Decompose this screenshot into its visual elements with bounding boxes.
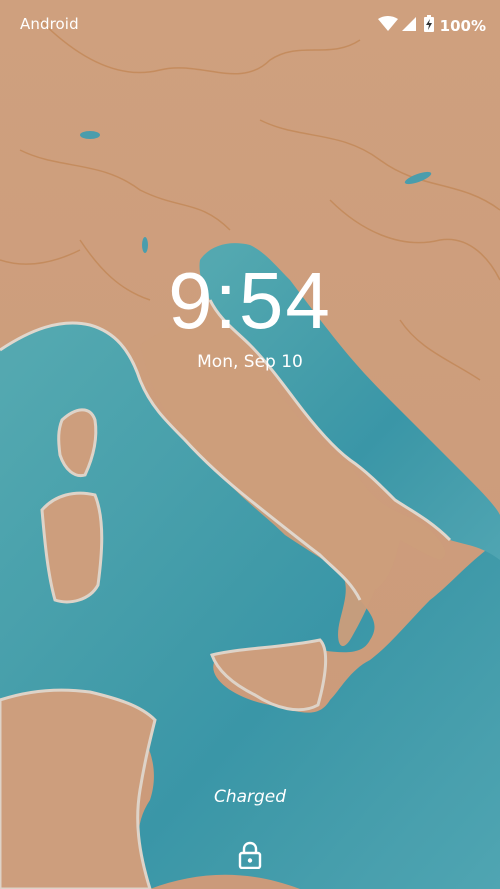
status-icons: 100% [377, 15, 486, 36]
battery-charging-icon [423, 15, 434, 36]
status-bar: Android 100% [0, 0, 500, 48]
lock-icon[interactable] [237, 841, 263, 870]
charging-status: Charged [213, 787, 287, 807]
lockscreen-date: Mon, Sep 10 [197, 352, 303, 372]
lockscreen-wallpaper [0, 0, 500, 889]
battery-percentage: 100% [439, 16, 486, 35]
carrier-name: Android [20, 15, 79, 33]
wifi-icon [377, 15, 398, 36]
lockscreen-clock: 9:54 [168, 256, 332, 345]
cellular-signal-icon [401, 16, 416, 36]
